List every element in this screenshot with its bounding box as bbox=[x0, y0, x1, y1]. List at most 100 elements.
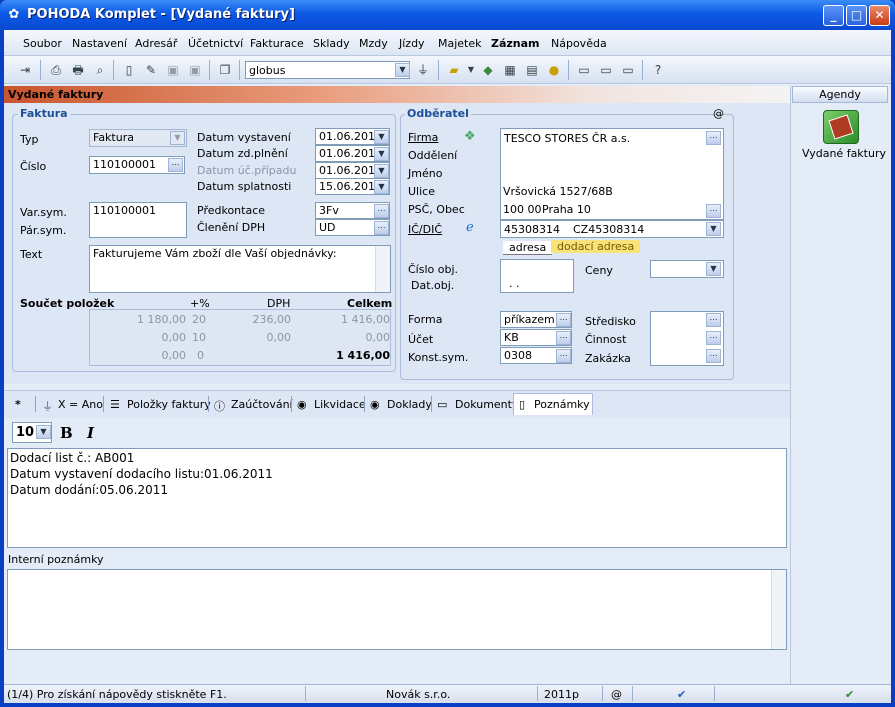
calculator-icon[interactable]: ▤ bbox=[524, 62, 540, 78]
tab-poznamky[interactable]: Poznámky bbox=[534, 398, 590, 411]
internet-icon[interactable]: ℯ bbox=[466, 220, 474, 235]
print-preview-icon[interactable]: ⎙ bbox=[48, 62, 64, 78]
exit-icon[interactable]: ⇥ bbox=[17, 62, 33, 78]
chevron-down-icon[interactable]: ▼ bbox=[374, 130, 389, 144]
interni-poznamky-scrollbar[interactable] bbox=[771, 570, 786, 649]
tab-filter[interactable]: X = Ano bbox=[58, 398, 103, 411]
close-button[interactable]: ✕ bbox=[869, 5, 890, 26]
menu-napoveda[interactable]: Nápověda bbox=[551, 37, 607, 50]
menu-nastaveni[interactable]: Nastavení bbox=[72, 37, 127, 50]
filter-icon[interactable]: ⏚ bbox=[415, 62, 431, 78]
tab-star[interactable]: * bbox=[15, 398, 21, 411]
cleneni-dph-label: Členění DPH bbox=[197, 221, 266, 234]
firma-value: TESCO STORES ČR a.s. bbox=[504, 132, 631, 145]
address-book-icon[interactable]: ❖ bbox=[464, 129, 476, 144]
list-icon[interactable]: ▭ bbox=[620, 62, 636, 78]
dots-icon[interactable]: ⋯ bbox=[556, 331, 571, 345]
save-icon[interactable]: ▣ bbox=[165, 62, 181, 78]
maximize-button[interactable]: □ bbox=[846, 5, 867, 26]
chevron-down-icon[interactable]: ▼ bbox=[374, 147, 389, 161]
bold-button[interactable]: B bbox=[60, 424, 73, 442]
chevron-down-icon[interactable]: ▼ bbox=[36, 425, 51, 439]
konst-sym-label: Konst.sym. bbox=[408, 351, 469, 364]
menu-zaznam[interactable]: Záznam bbox=[491, 37, 540, 50]
chevron-down-icon[interactable]: ▼ bbox=[706, 262, 721, 276]
form-icon[interactable]: ▭ bbox=[598, 62, 614, 78]
filter-tab-icon[interactable]: ⏚ bbox=[42, 398, 53, 414]
text-field[interactable]: Fakturujeme Vám zboží dle Vaší objednávk… bbox=[89, 245, 391, 293]
edit-icon[interactable]: ✎ bbox=[143, 62, 159, 78]
copy-icon[interactable]: ❐ bbox=[217, 62, 233, 78]
chevron-down-icon[interactable]: ▼ bbox=[170, 131, 185, 145]
agenda-combo[interactable]: globus bbox=[245, 61, 410, 79]
tab-polozky-faktury[interactable]: Položky faktury bbox=[127, 398, 211, 411]
cislo-label: Číslo bbox=[20, 160, 47, 173]
dots-icon[interactable]: ⋯ bbox=[168, 158, 183, 172]
chevron-down-icon[interactable]: ▼ bbox=[706, 222, 721, 236]
tab-doklady[interactable]: Doklady bbox=[387, 398, 432, 411]
dat-obj-value: . . bbox=[509, 277, 520, 290]
menu-soubor[interactable]: Soubor bbox=[23, 37, 62, 50]
minimize-button[interactable]: _ bbox=[823, 5, 844, 26]
text-label: Text bbox=[20, 248, 43, 261]
dots-icon[interactable]: ⋯ bbox=[556, 349, 571, 363]
chevron-down-icon[interactable]: ▼ bbox=[463, 62, 479, 78]
interni-poznamky-editor[interactable] bbox=[7, 569, 787, 650]
varsym-label: Var.sym. bbox=[20, 206, 67, 219]
menu-adresar[interactable]: Adresář bbox=[135, 37, 177, 50]
ulice-label: Ulice bbox=[408, 185, 435, 198]
status-separator bbox=[714, 686, 715, 701]
chevron-down-icon[interactable]: ▼ bbox=[395, 63, 410, 77]
menu-fakturace[interactable]: Fakturace bbox=[250, 37, 304, 50]
odberatel-panel-title: Odběratel bbox=[405, 107, 471, 120]
print-icon[interactable]: 🖶 bbox=[70, 62, 86, 78]
tab-dodaci-adresa[interactable]: dodací adresa bbox=[551, 240, 641, 253]
psc-obec-label: PSČ, Obec bbox=[408, 203, 465, 216]
help-icon[interactable]: ? bbox=[650, 62, 666, 78]
sidebar-item-vydane-faktury[interactable]: Vydané faktury bbox=[802, 147, 886, 160]
ic-dic-label[interactable]: IČ/DIČ bbox=[408, 223, 442, 236]
dots-icon[interactable]: ⋯ bbox=[706, 131, 721, 145]
cancel-icon[interactable]: ▣ bbox=[187, 62, 203, 78]
psc-value: 100 00 bbox=[503, 203, 542, 216]
soucet-cell: 20 bbox=[192, 313, 206, 326]
varsym-field[interactable]: 110100001 bbox=[89, 202, 187, 238]
check-icon[interactable]: ✔ bbox=[677, 688, 686, 701]
soucet-cell: 0,00 bbox=[266, 331, 292, 344]
preview-icon[interactable]: ⌕ bbox=[92, 62, 108, 78]
menu-ucetnictvi[interactable]: Účetnictví bbox=[188, 37, 243, 50]
app-icon[interactable]: ✿ bbox=[6, 7, 22, 23]
dots-icon[interactable]: ⋯ bbox=[706, 204, 721, 218]
dots-icon[interactable]: ⋯ bbox=[706, 331, 721, 345]
check-circle-icon[interactable]: ✔ bbox=[845, 688, 854, 701]
dots-icon[interactable]: ⋯ bbox=[706, 349, 721, 363]
tab-zauctovani[interactable]: Zaúčtování bbox=[231, 398, 293, 411]
menu-jizdy[interactable]: Jízdy bbox=[399, 37, 425, 50]
folder-icon[interactable]: ▰ bbox=[446, 62, 462, 78]
firma-label[interactable]: Firma bbox=[408, 131, 438, 144]
new-record-icon[interactable]: ▯ bbox=[121, 62, 137, 78]
tab-likvidace[interactable]: Likvidace bbox=[314, 398, 366, 411]
email-icon[interactable]: @ bbox=[713, 107, 724, 120]
window-icon[interactable]: ▭ bbox=[576, 62, 592, 78]
menu-sklady[interactable]: Sklady bbox=[313, 37, 350, 50]
soucet-cell: 10 bbox=[192, 331, 206, 344]
note-line: Datum vystavení dodacího listu:01.06.201… bbox=[10, 467, 273, 481]
dots-icon[interactable]: ⋯ bbox=[556, 313, 571, 327]
rubber-icon[interactable]: ◆ bbox=[480, 62, 496, 78]
chevron-down-icon[interactable]: ▼ bbox=[374, 164, 389, 178]
italic-button[interactable]: I bbox=[87, 424, 94, 442]
tab-adresa[interactable]: adresa bbox=[503, 241, 553, 255]
interni-poznamky-label: Interní poznámky bbox=[8, 553, 104, 566]
text-scrollbar[interactable] bbox=[375, 246, 390, 292]
soucet-cell: 0,00 bbox=[161, 349, 187, 362]
table-icon[interactable]: ▦ bbox=[502, 62, 518, 78]
chevron-down-icon[interactable]: ▼ bbox=[374, 180, 389, 194]
menu-majetek[interactable]: Majetek bbox=[438, 37, 482, 50]
dots-icon[interactable]: ⋯ bbox=[374, 204, 389, 218]
tab-dokumenty[interactable]: Dokumenty bbox=[455, 398, 518, 411]
dots-icon[interactable]: ⋯ bbox=[706, 313, 721, 327]
menu-mzdy[interactable]: Mzdy bbox=[359, 37, 388, 50]
dots-icon[interactable]: ⋯ bbox=[374, 221, 389, 235]
coins-icon[interactable]: ● bbox=[546, 62, 562, 78]
